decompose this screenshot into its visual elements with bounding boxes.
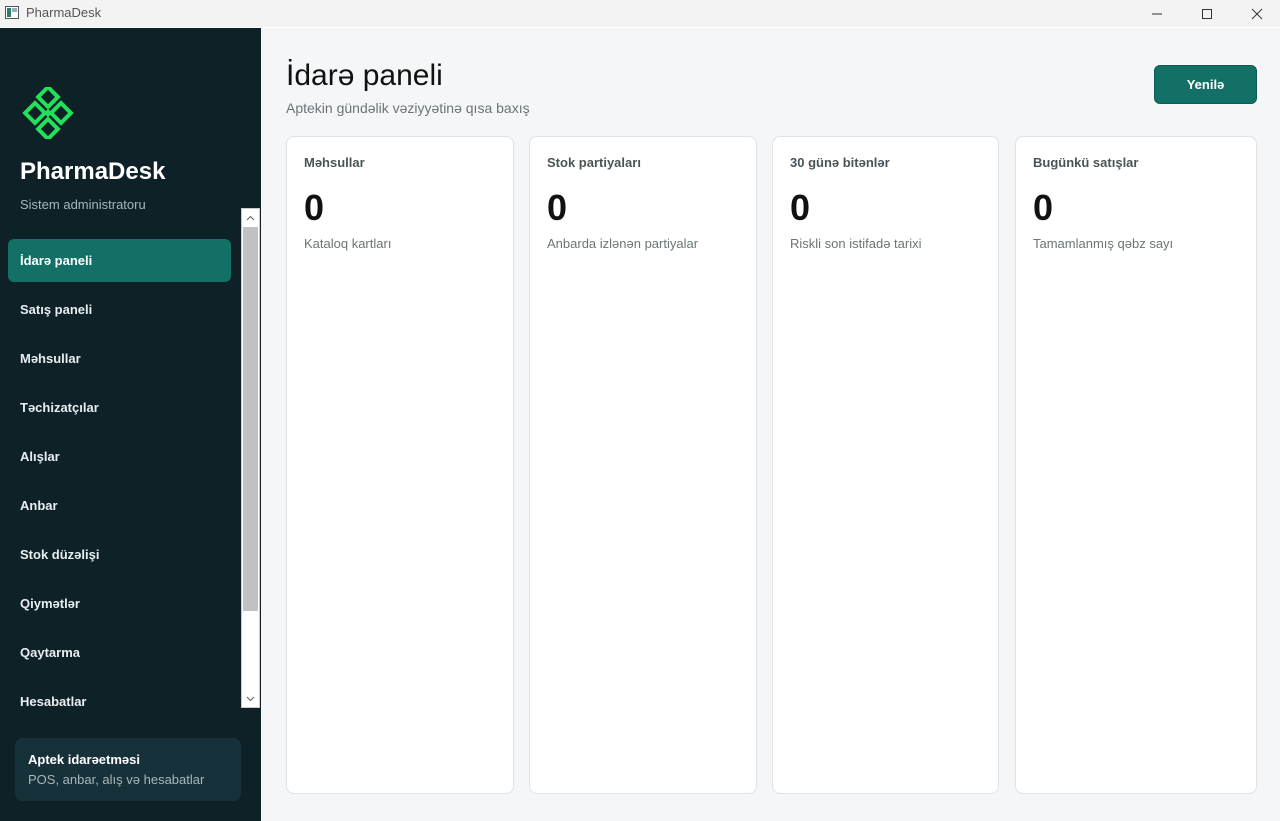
card-value: 0 (1033, 187, 1054, 228)
sidebar-item-label: İdarə paneli (20, 253, 93, 268)
info-card-subtitle: POS, anbar, alış və hesabatlar (28, 772, 205, 787)
sidebar-item-label: Məhsullar (20, 351, 81, 366)
sidebar-item-products[interactable]: Məhsullar (8, 337, 231, 380)
scroll-down-arrow[interactable] (242, 690, 259, 707)
sidebar-item-label: Alışlar (20, 449, 60, 464)
page-subtitle: Aptekin gündəlik vəziyyətinə qısa baxış (286, 100, 530, 116)
card-value: 0 (547, 187, 568, 228)
sidebar-item-purchases[interactable]: Alışlar (8, 435, 231, 478)
maximize-button[interactable] (1182, 0, 1232, 27)
user-role: Sistem administratoru (20, 197, 146, 212)
stat-card-today-sales: Bugünkü satışlar 0 Tamamlanmış qəbz sayı (1015, 136, 1257, 794)
close-button[interactable] (1232, 0, 1280, 27)
minimize-icon (1152, 13, 1162, 14)
card-label: Stok partiyaları (547, 155, 641, 170)
scroll-up-arrow[interactable] (242, 209, 259, 226)
sidebar-item-dashboard[interactable]: İdarə paneli (8, 239, 231, 282)
main-content: İdarə paneli Aptekin gündəlik vəziyyətin… (261, 28, 1280, 821)
sidebar-nav: İdarə paneli Satış paneli Məhsullar Təch… (8, 239, 231, 729)
sidebar-item-label: Qiymətlər (20, 596, 80, 611)
maximize-icon (1202, 8, 1212, 19)
card-label: 30 günə bitənlər (790, 155, 890, 170)
minimize-button[interactable] (1132, 0, 1182, 27)
card-subtitle: Tamamlanmış qəbz sayı (1033, 236, 1174, 251)
window-title: PharmaDesk (26, 5, 102, 20)
sidebar-item-label: Təchizatçılar (20, 400, 99, 415)
sidebar-item-warehouse[interactable]: Anbar (8, 484, 231, 527)
card-value: 0 (790, 187, 811, 228)
pharmadesk-logo (22, 87, 74, 139)
page-title: İdarə paneli (286, 59, 443, 92)
sidebar-scrollbar[interactable] (241, 208, 260, 708)
stat-card-stock-batches: Stok partiyaları 0 Anbarda izlənən parti… (529, 136, 757, 794)
card-value: 0 (304, 187, 325, 228)
chevron-up-icon (246, 215, 255, 220)
card-label: Məhsullar (304, 155, 365, 170)
close-icon (1251, 8, 1263, 19)
card-subtitle: Riskli son istifadə tarixi (790, 236, 922, 251)
app-icon (5, 6, 19, 19)
chevron-down-icon (246, 696, 255, 701)
card-subtitle: Anbarda izlənən partiyalar (547, 236, 699, 251)
sidebar-item-prices[interactable]: Qiymətlər (8, 582, 231, 625)
refresh-button[interactable]: Yenilə (1154, 65, 1257, 104)
sidebar-item-stock-adjustment[interactable]: Stok düzəlişi (8, 533, 231, 576)
card-label: Bugünkü satışlar (1033, 155, 1139, 170)
scroll-thumb[interactable] (243, 227, 258, 611)
stat-card-products: Məhsullar 0 Kataloq kartları (286, 136, 514, 794)
sidebar-item-label: Anbar (20, 498, 58, 513)
window-titlebar: PharmaDesk (0, 0, 1280, 27)
sidebar-item-sales[interactable]: Satış paneli (8, 288, 231, 331)
sidebar-item-reports[interactable]: Hesabatlar (8, 680, 231, 723)
sidebar: PharmaDesk Sistem administratoru İdarə p… (0, 28, 261, 821)
stat-card-expiring: 30 günə bitənlər 0 Riskli son istifadə t… (772, 136, 999, 794)
card-subtitle: Kataloq kartları (304, 236, 392, 251)
app-brand: PharmaDesk (20, 158, 166, 185)
info-card-title: Aptek idarəetməsi (28, 752, 140, 767)
sidebar-item-label: Hesabatlar (20, 694, 87, 709)
sidebar-item-suppliers[interactable]: Təchizatçılar (8, 386, 231, 429)
sidebar-item-label: Satış paneli (20, 302, 93, 317)
sidebar-info-card: Aptek idarəetməsi POS, anbar, alış və he… (15, 738, 241, 801)
sidebar-item-returns[interactable]: Qaytarma (8, 631, 231, 674)
sidebar-item-label: Stok düzəlişi (20, 547, 100, 562)
sidebar-item-label: Qaytarma (20, 645, 80, 660)
